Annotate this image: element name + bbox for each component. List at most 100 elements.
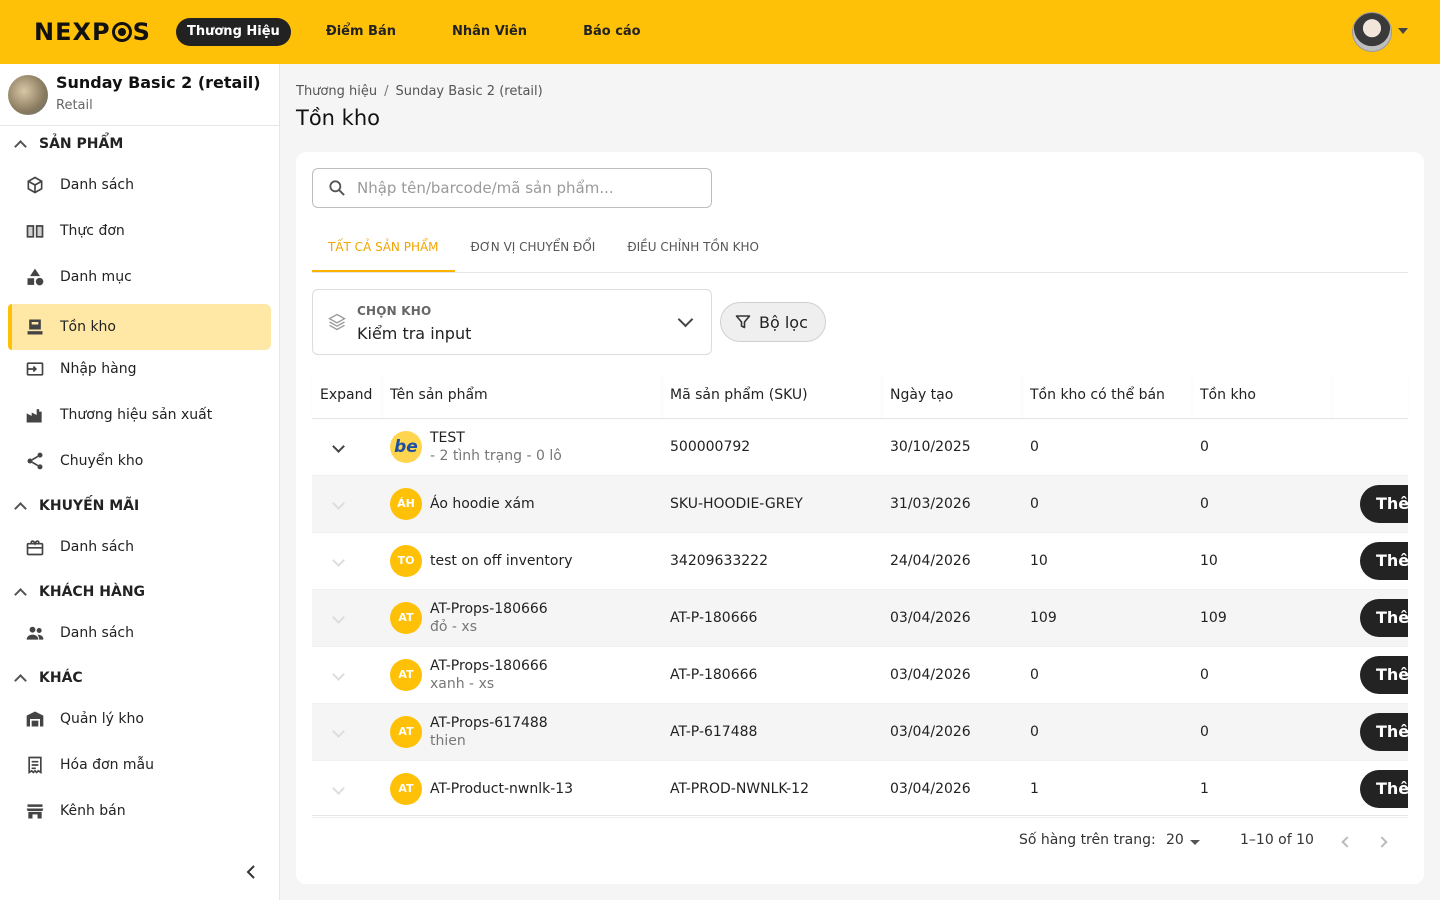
chevron-up-icon (14, 501, 27, 515)
expand-chevron-down-icon (332, 610, 345, 624)
section-title: KHUYẾN MÃI (39, 498, 140, 514)
sidebar-item-product-list[interactable]: Danh sách (8, 162, 271, 208)
created-date: 03/04/2026 (882, 760, 1022, 818)
filter-button[interactable]: Bộ lọc (720, 302, 826, 342)
receipt-icon (24, 754, 46, 776)
table-row[interactable]: AT AT-Props-180666 đỏ - xs AT-P-180666 03/… (312, 589, 1408, 647)
warehouse-icon (24, 708, 46, 730)
sidebar-item-sales-channel[interactable]: Kênh bán (8, 788, 271, 834)
sidebar-item-label: Thực đơn (60, 223, 125, 239)
table-row[interactable]: TO test on off inventory 34209633222 24/0… (312, 532, 1408, 590)
breadcrumb-store[interactable]: Sunday Basic 2 (retail) (395, 84, 542, 99)
stock: 10 (1192, 532, 1332, 590)
sku: AT-P-180666 (662, 589, 882, 647)
section-other-toggle[interactable]: KHÁC (12, 670, 83, 687)
collapse-sidebar-chevron-left-icon[interactable] (244, 864, 258, 879)
sidebar-item-category[interactable]: Danh mục (8, 254, 271, 300)
inventory-icon (24, 316, 46, 338)
expand-chevron-down-icon[interactable] (332, 439, 345, 453)
nexpos-logo[interactable]: NEXP S (34, 18, 151, 46)
add-stock-button[interactable]: Thêm b (1360, 598, 1408, 637)
section-products-toggle[interactable]: SẢN PHẨM (12, 136, 123, 153)
stock: 109 (1192, 589, 1332, 647)
section-title: KHÁC (39, 670, 83, 686)
sidebar-item-menu[interactable]: Thực đơn (8, 208, 271, 254)
section-customers-toggle[interactable]: KHÁCH HÀNG (12, 584, 145, 601)
warehouse-select-value: Kiểm tra input (357, 324, 472, 343)
table-row[interactable]: be TEST - 2 tình trạng - 0 lô 500000792 30… (312, 418, 1408, 476)
sku: AT-PROD-NWNLK-12 (662, 760, 882, 818)
product-variant: đỏ - xs (430, 618, 477, 635)
tab-all-products[interactable]: TẤT CẢ SẢN PHẨM (312, 228, 455, 272)
sidebar: Sunday Basic 2 (retail) Retail SẢN PHẨM … (0, 64, 280, 900)
rows-per-page-chevron-down-icon[interactable] (1190, 840, 1200, 845)
created-date: 03/04/2026 (882, 589, 1022, 647)
user-menu-chevron-down-icon[interactable] (1398, 28, 1408, 34)
sidebar-item-transfer[interactable]: Chuyển kho (8, 438, 271, 484)
created-date: 03/04/2026 (882, 646, 1022, 704)
sidebar-item-warehouse[interactable]: Quản lý kho (8, 696, 271, 742)
product-avatar: AT (390, 601, 422, 634)
sidebar-item-label: Thương hiệu sản xuất (60, 407, 213, 423)
table-row[interactable]: AT AT-Product-nwnlk-13 AT-PROD-NWNLK-12 0… (312, 760, 1408, 818)
sidebar-item-customer-list[interactable]: Danh sách (8, 610, 271, 656)
sellable-stock: 0 (1022, 418, 1192, 476)
col-stock[interactable]: Tồn kho (1192, 373, 1332, 419)
nav-brand[interactable]: Thương Hiệu (176, 18, 291, 46)
product-avatar: be (390, 430, 422, 463)
search-input[interactable] (357, 179, 697, 197)
sidebar-item-label: Tồn kho (60, 319, 116, 335)
col-sku[interactable]: Mã sản phẩm (SKU) (662, 373, 882, 419)
sidebar-item-label: Chuyển kho (60, 453, 144, 469)
stock: 0 (1192, 646, 1332, 704)
table-row[interactable]: AT AT-Props-617488 thien AT-P-617488 03/04… (312, 703, 1408, 761)
expand-chevron-down-icon (332, 724, 345, 738)
table-header-row: Expand Tên sản phẩm Mã sản phẩm (SKU) Ng… (312, 373, 1408, 419)
col-sellable-stock[interactable]: Tồn kho có thể bán (1022, 373, 1192, 419)
nav-store[interactable]: Điểm Bán (315, 18, 407, 46)
col-created-date[interactable]: Ngày tạo (882, 373, 1022, 419)
user-avatar[interactable] (1352, 12, 1392, 52)
store-icon (24, 800, 46, 822)
add-stock-button[interactable]: Thêm b (1360, 712, 1408, 751)
sidebar-item-import[interactable]: Nhập hàng (8, 346, 271, 392)
section-promotions-toggle[interactable]: KHUYẾN MÃI (12, 498, 140, 515)
tab-unit-conversion[interactable]: ĐƠN VỊ CHUYỂN ĐỔI (455, 228, 612, 272)
add-stock-button[interactable]: Thêm b (1360, 484, 1408, 523)
search-box[interactable] (312, 168, 712, 208)
store-type: Retail (56, 98, 93, 113)
tab-stock-adjustment[interactable]: ĐIỀU CHỈNH TỒN KHO (611, 228, 775, 272)
expand-chevron-down-icon (332, 496, 345, 510)
sellable-stock: 109 (1022, 589, 1192, 647)
rows-per-page-select[interactable]: 20 (1166, 832, 1184, 848)
product-name: TEST (430, 429, 465, 446)
product-avatar: AT (390, 715, 422, 748)
sidebar-item-inventory[interactable]: Tồn kho (8, 304, 271, 350)
sellable-stock: 1 (1022, 760, 1192, 818)
sidebar-item-manufacturer[interactable]: Thương hiệu sản xuất (8, 392, 271, 438)
main-nav: Thương Hiệu Điểm Bán Nhân Viên Báo cáo (176, 18, 665, 46)
store-info[interactable]: Sunday Basic 2 (retail) Retail (8, 73, 261, 115)
product-variant: thien (430, 732, 466, 749)
product-avatar: AT (390, 658, 422, 691)
nav-staff[interactable]: Nhân Viên (441, 18, 538, 46)
table-row[interactable]: AT AT-Props-180666 xanh - xs AT-P-180666 0… (312, 646, 1408, 704)
sidebar-item-label: Nhập hàng (60, 361, 137, 377)
product-name: AT-Props-180666 (430, 600, 548, 617)
sidebar-item-promo-list[interactable]: Danh sách (8, 524, 271, 570)
product-name: Áo hoodie xám (430, 495, 535, 512)
created-date: 03/04/2026 (882, 703, 1022, 761)
inventory-table: Expand Tên sản phẩm Mã sản phẩm (SKU) Ng… (312, 373, 1408, 818)
sidebar-item-invoice-template[interactable]: Hóa đơn mẫu (8, 742, 271, 788)
col-product-name[interactable]: Tên sản phẩm (382, 373, 662, 419)
warehouse-select[interactable]: CHỌN KHO Kiểm tra input (312, 289, 712, 355)
prev-page-chevron-left-icon[interactable] (1341, 836, 1353, 848)
nav-reports[interactable]: Báo cáo (572, 18, 652, 46)
breadcrumb-brand[interactable]: Thương hiệu (296, 84, 377, 99)
add-stock-button[interactable]: Thêm b (1360, 541, 1408, 580)
add-stock-button[interactable]: Thêm b (1360, 655, 1408, 694)
add-stock-button[interactable]: Thêm b (1360, 769, 1408, 808)
table-row[interactable]: ÁH Áo hoodie xám SKU-HOODIE-GREY 31/03/20… (312, 475, 1408, 533)
sku: AT-P-180666 (662, 646, 882, 704)
next-page-chevron-right-icon[interactable] (1376, 836, 1388, 848)
